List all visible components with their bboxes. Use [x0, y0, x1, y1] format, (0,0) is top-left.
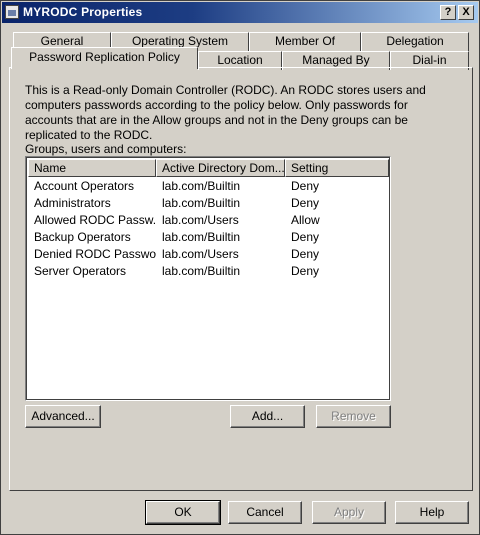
ok-button[interactable]: OK: [145, 500, 221, 525]
item-name: Account Operators: [34, 179, 135, 193]
list-item[interactable]: Administrators lab.com/Builtin Deny: [28, 195, 388, 212]
tab-member-of[interactable]: Member Of: [249, 32, 361, 51]
list-item[interactable]: Account Operators lab.com/Builtin Deny: [28, 178, 388, 195]
help-button[interactable]: ?: [440, 5, 456, 20]
advanced-button[interactable]: Advanced...: [25, 405, 101, 428]
item-setting: Deny: [291, 264, 320, 278]
item-name: Backup Operators: [34, 230, 131, 244]
item-setting: Deny: [291, 196, 320, 210]
list-header: Name Active Directory Dom... Setting: [28, 159, 389, 177]
column-header-setting[interactable]: Setting: [285, 159, 389, 177]
item-name: Administrators: [34, 196, 111, 210]
title-bar[interactable]: MYRODC Properties ? X: [2, 2, 478, 23]
cancel-button[interactable]: Cancel: [228, 501, 302, 524]
item-setting: Deny: [291, 179, 320, 193]
help-dialog-button[interactable]: Help: [395, 501, 469, 524]
groups-label: Groups, users and computers:: [25, 142, 187, 156]
list-item[interactable]: Backup Operators lab.com/Builtin Deny: [28, 229, 388, 246]
policy-description: This is a Read-only Domain Controller (R…: [25, 83, 426, 142]
item-domain: lab.com/Builtin: [162, 196, 241, 210]
tab-delegation[interactable]: Delegation: [361, 32, 469, 51]
item-name: Denied RODC Passwo...: [34, 247, 156, 261]
list-item[interactable]: Allowed RODC Passw... lab.com/Users Allo…: [28, 212, 388, 229]
add-button[interactable]: Add...: [230, 405, 305, 428]
item-name: Server Operators: [34, 264, 127, 278]
groups-list[interactable]: Name Active Directory Dom... Setting Acc…: [25, 156, 391, 401]
apply-button[interactable]: Apply: [312, 501, 386, 524]
item-domain: lab.com/Builtin: [162, 179, 241, 193]
item-setting: Allow: [291, 213, 320, 227]
item-setting: Deny: [291, 247, 320, 261]
item-setting: Deny: [291, 230, 320, 244]
column-header-domain[interactable]: Active Directory Dom...: [156, 159, 285, 177]
item-domain: lab.com/Builtin: [162, 264, 241, 278]
item-name: Allowed RODC Passw...: [34, 213, 156, 227]
close-button[interactable]: X: [458, 5, 474, 20]
list-item[interactable]: Denied RODC Passwo... lab.com/Users Deny: [28, 246, 388, 263]
item-domain: lab.com/Users: [162, 213, 239, 227]
computer-icon: [5, 5, 19, 19]
list-item[interactable]: Server Operators lab.com/Builtin Deny: [28, 263, 388, 280]
remove-button[interactable]: Remove: [316, 405, 391, 428]
tab-password-replication-policy[interactable]: Password Replication Policy: [11, 47, 198, 69]
item-domain: lab.com/Users: [162, 247, 239, 261]
properties-dialog: MYRODC Properties ? X General Operating …: [0, 0, 480, 535]
item-domain: lab.com/Builtin: [162, 230, 241, 244]
column-header-name[interactable]: Name: [28, 159, 156, 177]
window-title: MYRODC Properties: [23, 5, 143, 19]
